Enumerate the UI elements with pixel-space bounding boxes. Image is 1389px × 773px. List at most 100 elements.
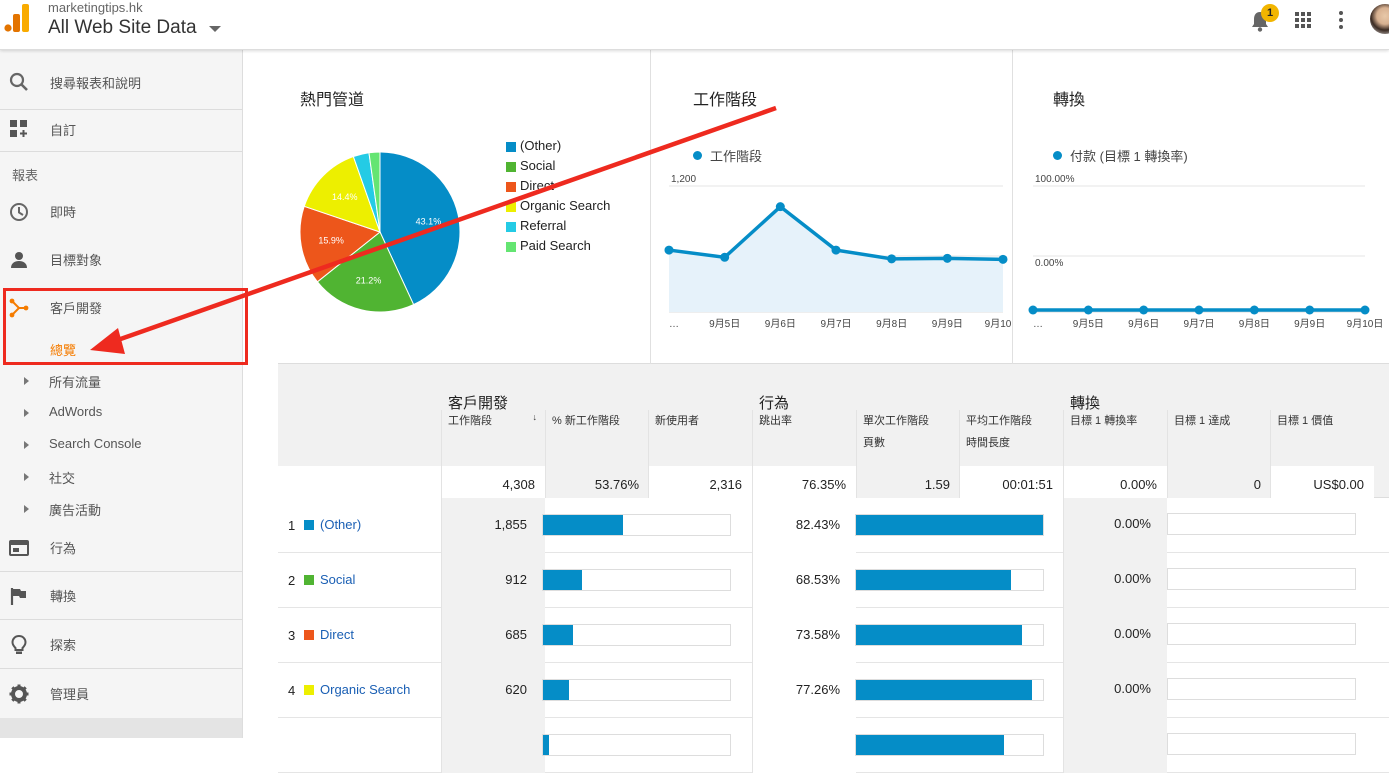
- expand-arrow-icon: [24, 473, 29, 481]
- user-avatar[interactable]: [1370, 4, 1389, 34]
- table-row[interactable]: 1 (Other) 1,855 82.43% 0.00%: [278, 498, 1389, 553]
- sidebar-subitem-adwords[interactable]: AdWords: [24, 404, 234, 426]
- x-tick-label: …: [1033, 319, 1043, 330]
- channel-link[interactable]: Direct: [320, 627, 354, 642]
- person-icon: [11, 252, 27, 268]
- table-row[interactable]: [278, 718, 1389, 773]
- column-header[interactable]: 目標 1 轉換率: [1063, 410, 1167, 466]
- bounce-rate-bar-fill: [856, 570, 1012, 590]
- channels-pie-chart[interactable]: 43.1% 21.2% 15.9% 14.4%: [298, 150, 462, 314]
- conversion-rate-bar: [1167, 733, 1356, 755]
- card-title: 工作階段: [693, 92, 758, 109]
- legend-swatch: [506, 162, 516, 172]
- main-content: 熱門管道 43.1% 21.2% 15.9% 14.4% (Other) Social D…: [258, 50, 1389, 773]
- x-tick-label: 9月9日: [1294, 318, 1325, 330]
- sidebar-item-conversions[interactable]: 轉換: [0, 572, 242, 620]
- conversions-legend: 付款 (目標 1 轉換率): [1053, 146, 1188, 165]
- data-point: [1305, 305, 1315, 315]
- row-number: 2: [288, 573, 296, 588]
- sidebar-subitem-social[interactable]: 社交: [24, 468, 234, 490]
- data-point: [831, 245, 841, 255]
- column-header[interactable]: 目標 1 價值: [1270, 410, 1374, 466]
- sessions-bar: [542, 734, 731, 756]
- sidebar-item-audience[interactable]: 目標對象: [0, 236, 242, 284]
- column-header[interactable]: 單次工作階段 頁數: [856, 410, 960, 466]
- legend-dot: [1053, 151, 1062, 160]
- notification-count-badge: 1: [1261, 4, 1279, 22]
- view-selector[interactable]: All Web Site Data: [48, 17, 197, 39]
- table-row[interactable]: 3 Direct 685 73.58% 0.00%: [278, 608, 1389, 663]
- x-tick-label: …: [669, 319, 679, 330]
- pie-slice-label: 21.2%: [356, 275, 382, 285]
- view-dropdown-icon[interactable]: [209, 26, 221, 32]
- y-tick-label: 0.00%: [1035, 258, 1063, 269]
- annotation-highlight-box: [3, 288, 248, 365]
- left-sidebar: 搜尋報表和說明 自訂 報表 即時 目標對象 客戶開發 總覽 所有流量 AdWor…: [0, 50, 243, 738]
- channel-link[interactable]: (Other): [320, 517, 361, 532]
- sidebar-subitem-campaigns[interactable]: 廣告活動: [24, 500, 234, 522]
- data-point: [998, 254, 1008, 264]
- x-tick-label: 9月10日: [1347, 318, 1384, 330]
- sidebar-item-behavior[interactable]: 行為: [0, 524, 242, 572]
- total-value: 1.59: [856, 466, 960, 498]
- data-point: [887, 254, 897, 264]
- conversions-card: 轉換 付款 (目標 1 轉換率) 100.00% 0.00% … 9月5日 9月6日 9月…: [1013, 50, 1389, 364]
- bounce-rate-bar-fill: [856, 735, 1004, 755]
- table-header: 客戶開發 行為 轉換 工作階段 ↓% 新工作階段 新使用者 跳出率 單次工作階段 頁數平…: [278, 364, 1389, 498]
- sidebar-item-discover[interactable]: 探索: [0, 621, 242, 669]
- data-point: [1139, 305, 1149, 315]
- pie-slice-label: 15.9%: [318, 236, 344, 246]
- bounce-rate-bar-fill: [856, 625, 1023, 645]
- column-header[interactable]: 平均工作階段 時間長度: [959, 410, 1063, 466]
- flag-icon: [10, 588, 26, 605]
- expand-arrow-icon: [24, 441, 29, 449]
- sidebar-subitem-all-traffic[interactable]: 所有流量: [24, 372, 234, 394]
- column-header[interactable]: 跳出率: [752, 410, 856, 466]
- conversion-rate-value: 0.00%: [1114, 571, 1151, 586]
- sidebar-subitem-search-console[interactable]: Search Console: [24, 436, 234, 458]
- channel-link[interactable]: Social: [320, 572, 355, 587]
- table-row[interactable]: 2 Social 912 68.53% 0.00%: [278, 553, 1389, 608]
- cell-background: [441, 718, 545, 773]
- data-point: [1028, 305, 1038, 315]
- conversion-rate-bar: [1167, 568, 1356, 590]
- channel-link[interactable]: Organic Search: [320, 682, 410, 697]
- x-tick-label: 9月10日: [985, 318, 1013, 330]
- x-tick-label: 9月8日: [1239, 318, 1270, 330]
- sidebar-search[interactable]: 搜尋報表和說明: [0, 56, 242, 110]
- x-tick-label: 9月7日: [820, 318, 851, 330]
- channel-color-swatch: [304, 575, 314, 585]
- data-point: [720, 252, 730, 262]
- sidebar-item-label: 行為: [50, 541, 77, 556]
- card-title: 轉換: [1053, 92, 1086, 109]
- channel-color-swatch: [304, 685, 314, 695]
- column-header[interactable]: 工作階段 ↓: [441, 410, 545, 466]
- sessions-line-chart[interactable]: 1,200600…9月5日9月6日9月7日9月8日9月9日9月10日: [651, 170, 1013, 330]
- data-point: [775, 202, 785, 212]
- column-header[interactable]: 目標 1 達成: [1167, 410, 1271, 466]
- row-number: 4: [288, 683, 296, 698]
- sessions-card: 工作階段 工作階段 1,200600…9月5日9月6日9月7日9月8日9月9日9…: [651, 50, 1013, 364]
- channel-color-swatch: [304, 520, 314, 530]
- sessions-value: 620: [505, 682, 527, 697]
- apps-grid-icon[interactable]: [1295, 12, 1311, 28]
- sidebar-item-realtime[interactable]: 即時: [0, 188, 242, 236]
- table-row[interactable]: 4 Organic Search 620 77.26% 0.00%: [278, 663, 1389, 718]
- sessions-bar: [542, 569, 731, 591]
- more-vert-icon[interactable]: [1339, 10, 1343, 30]
- column-header[interactable]: 新使用者: [648, 410, 752, 466]
- search-icon: [9, 72, 28, 91]
- sort-arrow-icon[interactable]: ↓: [533, 406, 538, 428]
- column-header[interactable]: % 新工作階段: [545, 410, 649, 466]
- bounce-rate-bar-fill: [856, 680, 1032, 700]
- sidebar-item-customization[interactable]: 自訂: [0, 110, 242, 152]
- sessions-value: 1,855: [494, 517, 527, 532]
- x-tick-label: 9月7日: [1183, 318, 1214, 330]
- clock-icon: [10, 203, 28, 221]
- row-number: 3: [288, 628, 296, 643]
- conversions-line-chart[interactable]: 100.00% 0.00% … 9月5日 9月6日 9月7日 9月8日 9月9日 9月10日: [1013, 170, 1389, 330]
- sidebar-item-admin[interactable]: 管理員: [0, 670, 242, 718]
- sidebar-footer: [0, 718, 242, 738]
- analytics-logo-icon[interactable]: [4, 2, 30, 34]
- total-value: 00:01:51: [959, 466, 1063, 498]
